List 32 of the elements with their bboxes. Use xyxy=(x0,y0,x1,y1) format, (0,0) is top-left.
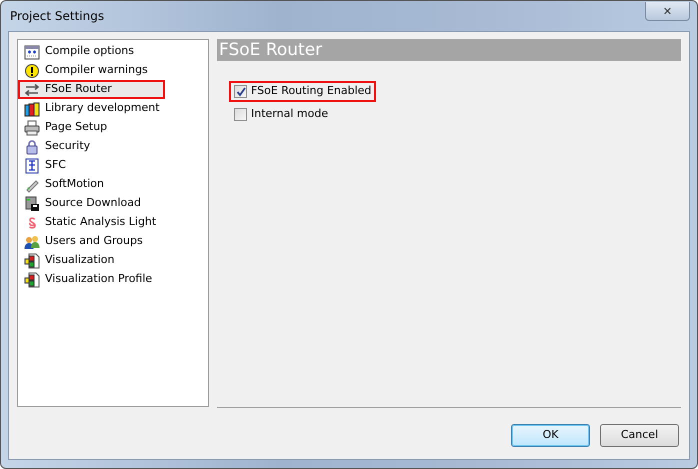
checkbox[interactable] xyxy=(234,108,247,121)
document-icon xyxy=(24,272,40,288)
checkbox[interactable] xyxy=(234,85,247,98)
close-button[interactable]: ✕ xyxy=(645,2,690,21)
panel-title: FSoE Router xyxy=(217,39,681,61)
dialog-button[interactable]: Cancel xyxy=(600,424,679,447)
sidebar-item[interactable]: SoftMotion xyxy=(20,175,206,194)
sidebar-item[interactable]: Visualization xyxy=(20,251,206,270)
warning-icon xyxy=(24,62,40,78)
sidebar-item[interactable]: Compiler warnings xyxy=(20,61,206,80)
users-icon xyxy=(24,234,40,250)
checkbox-label: FSoE Routing Enabled xyxy=(251,83,372,100)
sidebar-item[interactable]: Users and Groups xyxy=(20,232,206,251)
grid-icon xyxy=(24,44,40,60)
printer-icon xyxy=(24,120,40,136)
sidebar-item[interactable]: Library development xyxy=(20,99,206,118)
sidebar-item[interactable]: Static Analysis Light xyxy=(20,213,206,232)
window-title: Project Settings xyxy=(10,8,104,25)
sidebar-item[interactable]: Visualization Profile xyxy=(20,270,206,289)
drive-icon xyxy=(24,196,40,212)
document-icon xyxy=(24,252,40,268)
padlock-icon xyxy=(24,138,40,154)
books-icon xyxy=(24,100,40,116)
checkbox-label: Internal mode xyxy=(251,106,328,122)
sidebar-item[interactable]: Compile options xyxy=(20,42,206,61)
sidebar-item[interactable]: SFC xyxy=(20,156,206,175)
sidebar-item[interactable]: Security xyxy=(20,137,206,156)
sidebar-item[interactable]: Page Setup xyxy=(20,118,206,137)
sidebar-item[interactable]: FSoE Router xyxy=(18,80,165,99)
dialog-button[interactable]: OK xyxy=(511,424,590,447)
arrows-icon xyxy=(24,82,40,98)
sidebar-item[interactable]: Source Download xyxy=(20,194,206,213)
